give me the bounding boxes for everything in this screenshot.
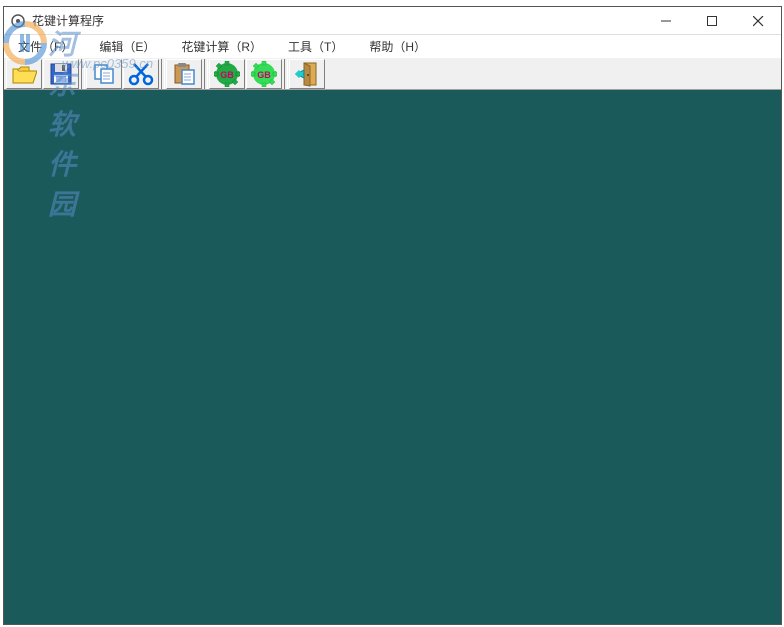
maximize-icon <box>707 16 717 26</box>
floppy-disk-icon <box>49 62 73 86</box>
menu-file[interactable]: 文件（F） <box>12 36 79 57</box>
clipboard-paste-icon <box>172 62 196 86</box>
toolbar: GB GB <box>4 57 781 90</box>
gb-dark-button[interactable]: GB <box>209 59 245 89</box>
copy-button[interactable] <box>86 59 122 89</box>
copy-icon <box>92 62 116 86</box>
window-title: 花键计算程序 <box>32 12 643 29</box>
gear-gb-dark-icon: GB <box>214 61 240 87</box>
app-icon <box>10 13 26 29</box>
window-controls <box>643 7 781 34</box>
workspace-area <box>4 90 781 624</box>
main-window: 花键计算程序 文件（F） 编辑（E） 花键计算（R） 工具（T） 帮助（H） <box>3 6 782 625</box>
minimize-icon <box>661 16 671 26</box>
svg-text:GB: GB <box>257 70 271 80</box>
close-icon <box>753 16 764 27</box>
toolbar-separator <box>81 59 85 89</box>
svg-text:GB: GB <box>220 70 234 80</box>
menu-help[interactable]: 帮助（H） <box>363 36 432 57</box>
maximize-button[interactable] <box>689 7 735 35</box>
minimize-button[interactable] <box>643 7 689 35</box>
menubar: 文件（F） 编辑（E） 花键计算（R） 工具（T） 帮助（H） <box>4 35 781 57</box>
menu-tools[interactable]: 工具（T） <box>282 36 349 57</box>
titlebar: 花键计算程序 <box>4 7 781 35</box>
folder-open-icon <box>11 63 37 85</box>
door-exit-icon <box>294 61 320 87</box>
gear-gb-light-icon: GB <box>251 61 277 87</box>
gb-light-button[interactable]: GB <box>246 59 282 89</box>
toolbar-separator <box>204 59 208 89</box>
toolbar-separator <box>161 59 165 89</box>
exit-button[interactable] <box>289 59 325 89</box>
menu-edit[interactable]: 编辑（E） <box>93 36 161 57</box>
open-button[interactable] <box>6 59 42 89</box>
save-button[interactable] <box>43 59 79 89</box>
scissors-icon <box>128 62 154 86</box>
paste-button[interactable] <box>166 59 202 89</box>
menu-calc[interactable]: 花键计算（R） <box>175 36 268 57</box>
close-button[interactable] <box>735 7 781 35</box>
toolbar-separator <box>284 59 288 89</box>
cut-button[interactable] <box>123 59 159 89</box>
